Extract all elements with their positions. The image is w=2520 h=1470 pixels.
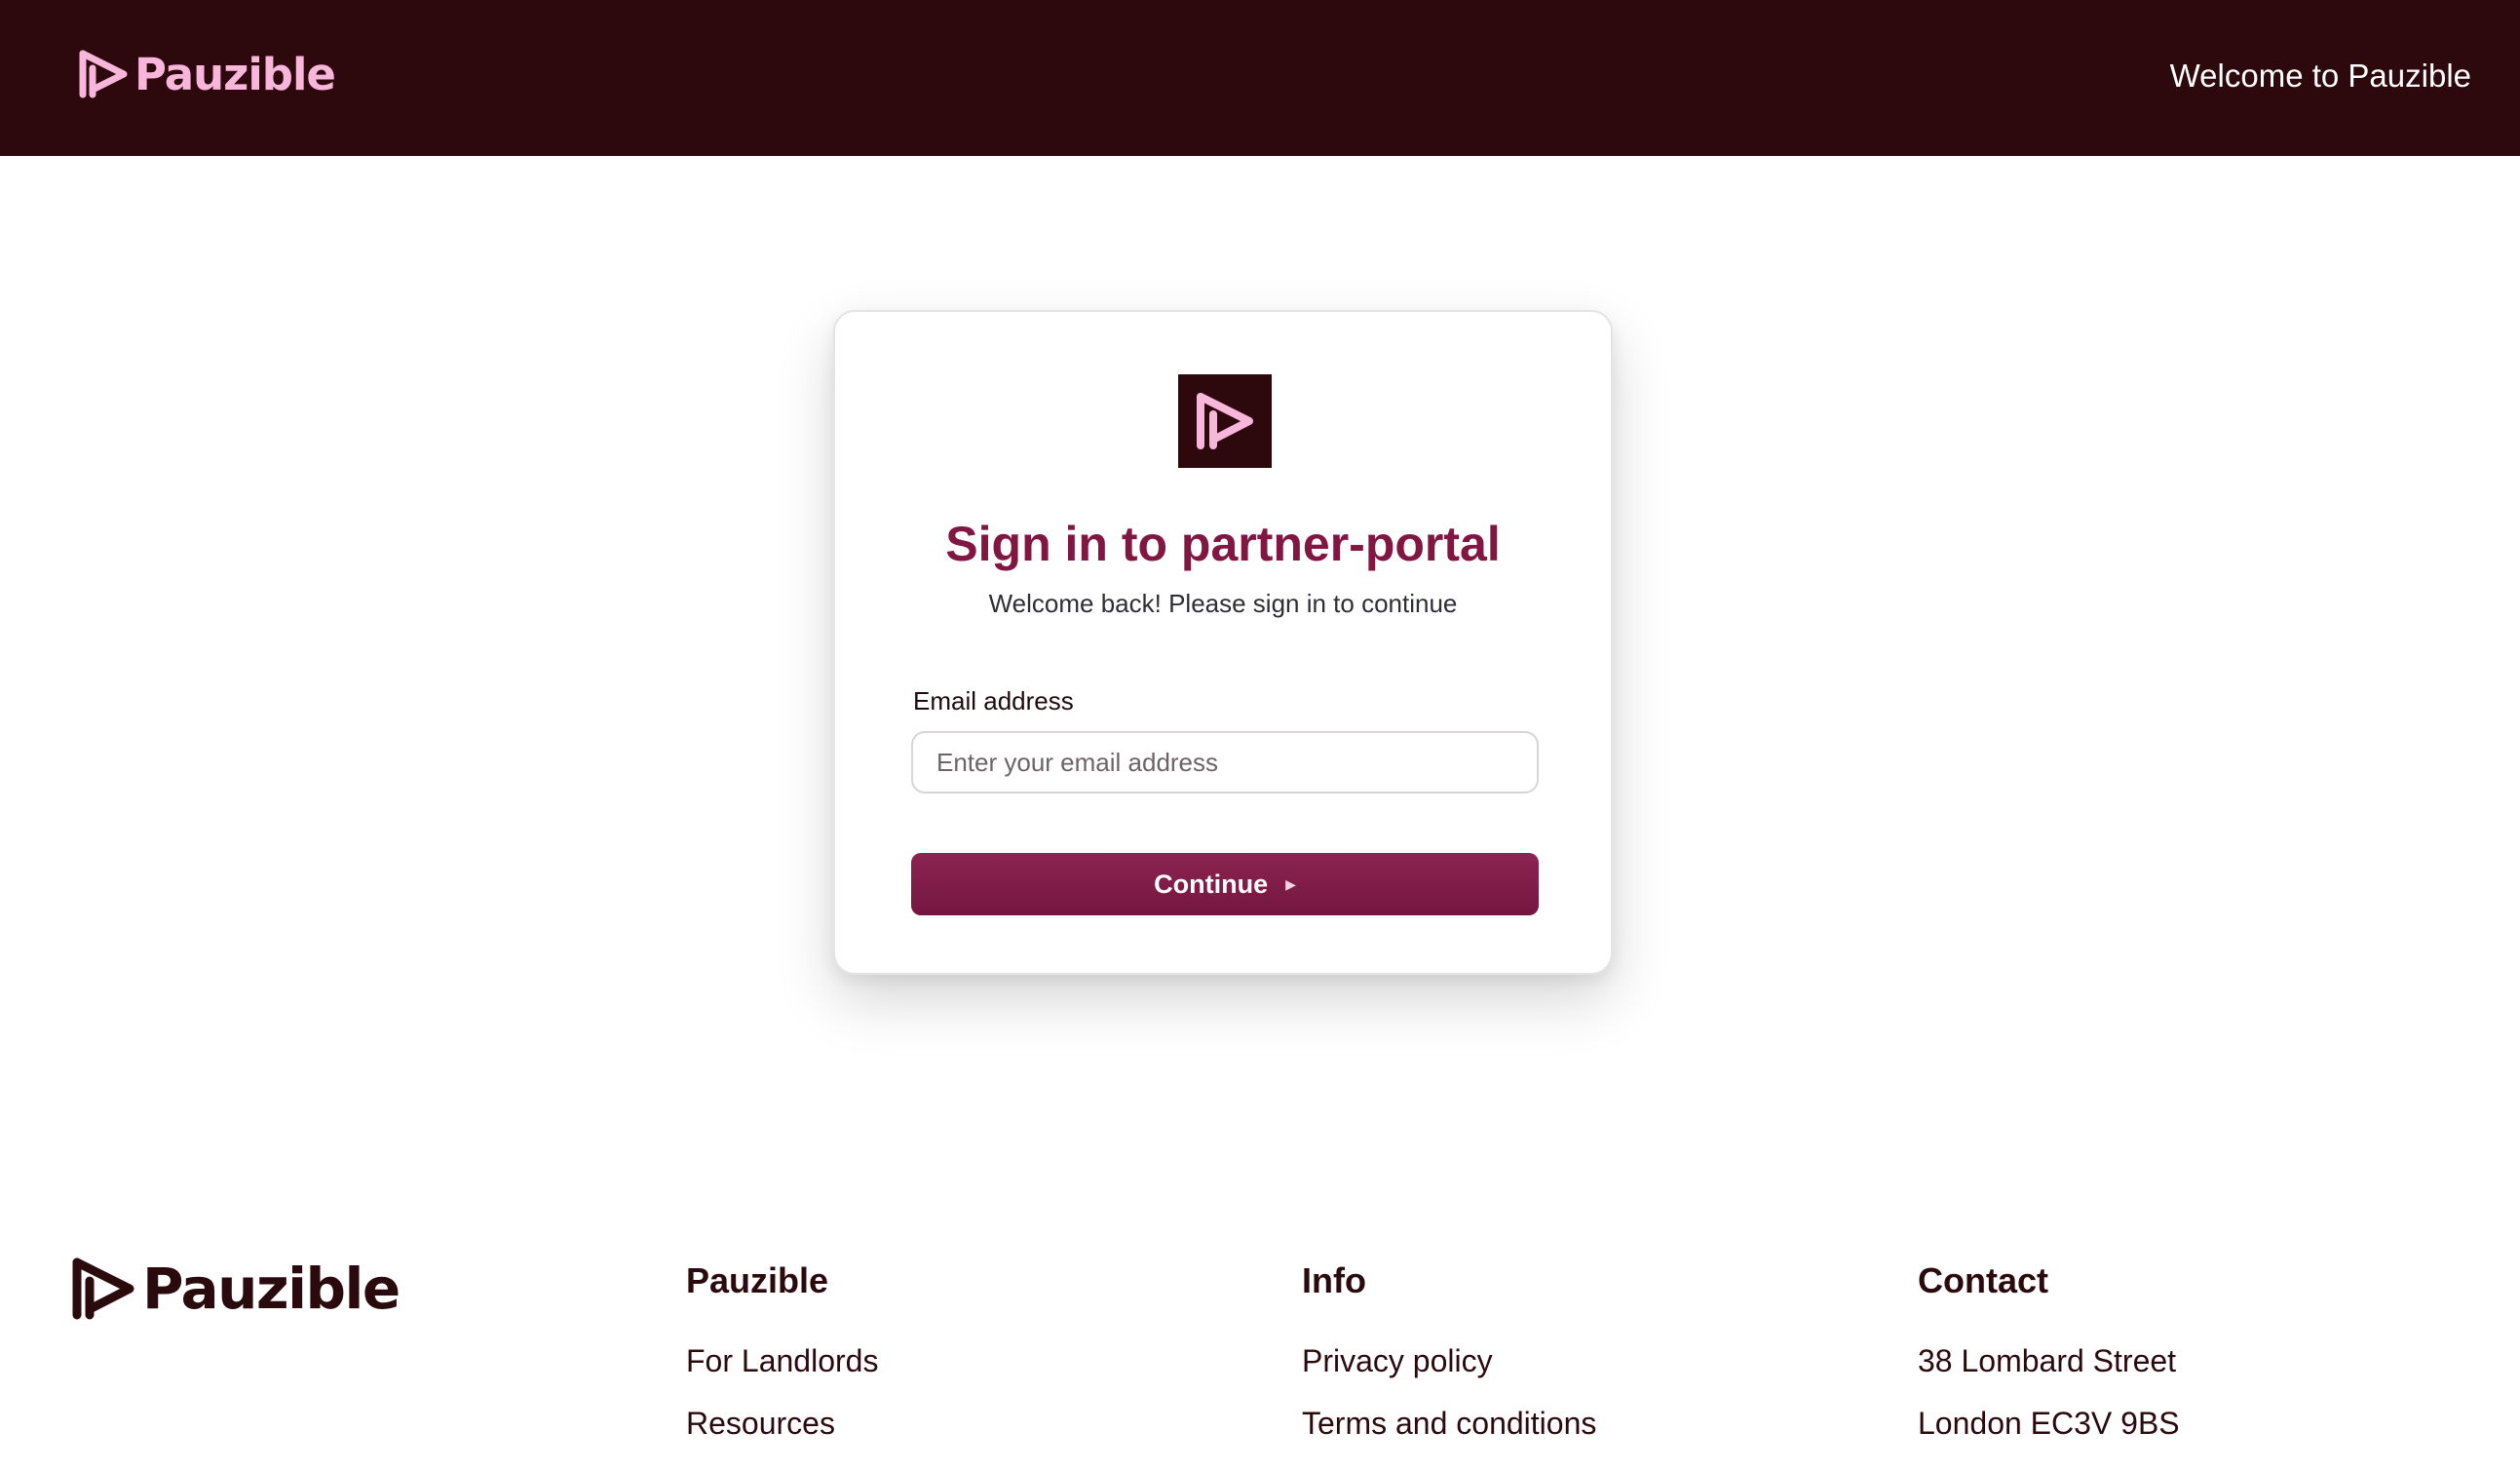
caret-right-icon: ▶: [1285, 875, 1296, 892]
footer-heading: Contact: [1918, 1260, 2048, 1300]
contact-address-line-1: 38 Lombard Street: [1918, 1343, 2177, 1378]
continue-button[interactable]: Continue ▶: [911, 853, 1539, 915]
top-navigation-bar: Pauzible Welcome to Pauzible: [0, 0, 2520, 156]
footer-link-for-landlords[interactable]: For Landlords: [686, 1341, 878, 1380]
footer-link-terms-and-conditions[interactable]: Terms and conditions: [1302, 1404, 1596, 1443]
header-logo-link[interactable]: Pauzible: [76, 45, 336, 103]
email-label: Email address: [913, 686, 1074, 716]
sign-in-subtitle: Welcome back! Please sign in to continue: [988, 589, 1458, 618]
pauzible-logo-icon: [76, 47, 131, 101]
footer-link-resources[interactable]: Resources: [686, 1404, 878, 1443]
footer-logo-link[interactable]: Pauzible: [68, 1254, 401, 1324]
contact-address-line-2: London EC3V 9BS: [1918, 1406, 2180, 1441]
footer-column-pauzible: Pauzible For Landlords Resources: [686, 1259, 878, 1443]
footer-heading: Pauzible: [686, 1260, 829, 1300]
pauzible-play-icon: [1187, 383, 1263, 459]
footer-column-info: Info Privacy policy Terms and conditions: [1302, 1259, 1596, 1443]
welcome-message: Welcome to Pauzible: [2169, 58, 2471, 94]
header-brand-name: Pauzible: [134, 48, 336, 100]
email-input[interactable]: [911, 731, 1539, 793]
footer-column-contact: Contact 38 Lombard Street London EC3V 9B…: [1918, 1259, 2180, 1443]
footer-heading: Info: [1302, 1260, 1366, 1300]
pauzible-logo-icon: [68, 1254, 138, 1324]
sign-in-title: Sign in to partner-portal: [945, 517, 1501, 571]
card-logo: [1178, 374, 1272, 468]
footer-brand-name: Pauzible: [142, 1256, 401, 1322]
sign-in-card: Sign in to partner-portal Welcome back! …: [833, 310, 1613, 975]
continue-button-label: Continue: [1154, 869, 1269, 899]
footer-link-privacy-policy[interactable]: Privacy policy: [1302, 1341, 1596, 1380]
